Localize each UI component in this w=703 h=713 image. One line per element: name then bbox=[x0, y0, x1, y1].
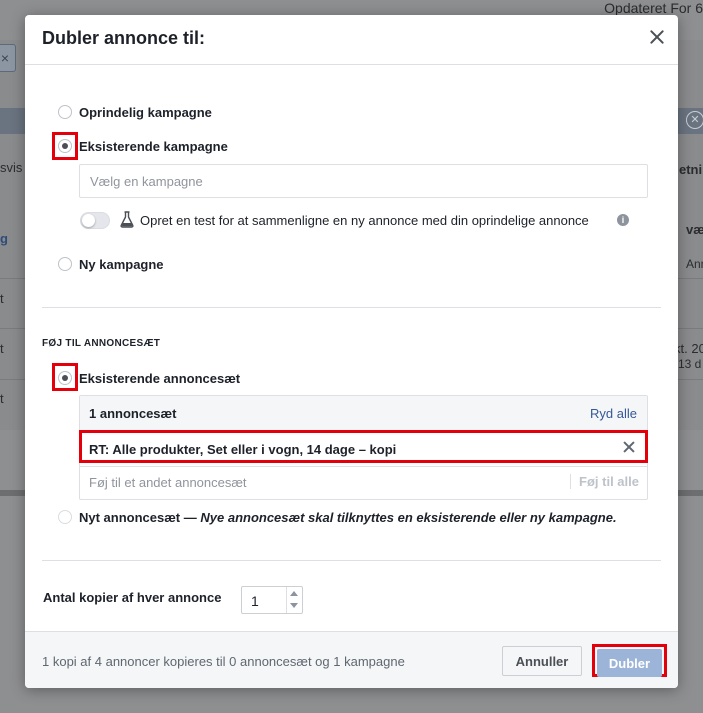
adset-divider bbox=[80, 466, 647, 467]
decrement-icon[interactable] bbox=[290, 603, 298, 608]
background-fragment: t bbox=[0, 291, 4, 306]
increment-icon[interactable] bbox=[290, 591, 298, 596]
background-fragment: g bbox=[0, 231, 8, 246]
copies-stepper[interactable]: 1 bbox=[241, 586, 303, 614]
background-fragment: t bbox=[0, 391, 4, 406]
radio-existing-adset[interactable] bbox=[58, 371, 72, 385]
label-new-campaign[interactable]: Ny kampagne bbox=[79, 257, 164, 272]
cancel-button[interactable]: Annuller bbox=[502, 646, 582, 676]
label-original-campaign[interactable]: Oprindelig kampagne bbox=[79, 105, 212, 120]
flask-icon bbox=[120, 211, 134, 228]
dialog-footer: 1 kopi af 4 annoncer kopieres til 0 anno… bbox=[25, 631, 678, 688]
section-divider bbox=[42, 560, 661, 561]
stepper-buttons bbox=[286, 587, 302, 613]
background-close-icon: ✕ bbox=[686, 111, 703, 129]
copies-label: Antal kopier af hver annonce bbox=[43, 590, 222, 605]
new-adset-label: Nyt annoncesæt — bbox=[79, 510, 197, 525]
campaign-select-input[interactable]: Vælg en kampagne bbox=[79, 164, 648, 198]
new-adset-note: Nye annoncesæt skal tilknyttes en eksist… bbox=[200, 510, 617, 525]
radio-new-adset[interactable] bbox=[58, 510, 72, 524]
add-to-all-button[interactable]: Føj til alle bbox=[570, 474, 639, 489]
duplicate-ad-dialog: Dubler annonce til: Oprindelig kampagne … bbox=[25, 15, 678, 688]
duplicate-button[interactable]: Dubler bbox=[597, 649, 662, 677]
background-fragment: 13 d bbox=[678, 357, 702, 371]
add-adset-input[interactable]: Føj til et andet annoncesæt bbox=[89, 475, 247, 490]
background-updated-text: Opdateret For 6 bbox=[604, 0, 703, 16]
copy-summary: 1 kopi af 4 annoncer kopieres til 0 anno… bbox=[42, 654, 405, 669]
dialog-title: Dubler annonce til: bbox=[42, 28, 206, 48]
label-new-adset[interactable]: Nyt annoncesæt — Nye annoncesæt skal til… bbox=[79, 510, 617, 525]
copies-value: 1 bbox=[251, 593, 259, 609]
background-fragment: væ bbox=[686, 222, 703, 237]
info-icon[interactable]: i bbox=[617, 214, 629, 226]
background-button: × bbox=[0, 44, 16, 72]
dialog-header: Dubler annonce til: bbox=[25, 15, 678, 65]
radio-new-campaign[interactable] bbox=[58, 257, 72, 271]
background-fragment: etni bbox=[679, 162, 703, 177]
test-toggle[interactable] bbox=[80, 212, 110, 229]
background-fragment: kt. 20 bbox=[674, 341, 703, 356]
clear-all-link[interactable]: Ryd alle bbox=[590, 406, 637, 421]
highlight-box bbox=[79, 430, 648, 463]
label-existing-adset[interactable]: Eksisterende annoncesæt bbox=[79, 371, 240, 386]
background-fragment: t bbox=[0, 341, 4, 356]
adset-count: 1 annoncesæt bbox=[89, 406, 177, 421]
background-fragment: svis bbox=[0, 160, 23, 175]
section-divider bbox=[42, 307, 661, 308]
radio-original-campaign[interactable] bbox=[58, 105, 72, 119]
close-icon[interactable] bbox=[645, 26, 669, 50]
radio-existing-campaign[interactable] bbox=[58, 139, 72, 153]
test-toggle-label: Opret en test for at sammenligne en ny a… bbox=[140, 213, 589, 228]
label-existing-campaign[interactable]: Eksisterende kampagne bbox=[79, 139, 228, 154]
background-fragment: Ann bbox=[686, 257, 703, 271]
adset-selector-header: 1 annoncesæt Ryd alle bbox=[80, 396, 647, 431]
adset-section-title: FØJ TIL ANNONCESÆT bbox=[42, 338, 161, 349]
